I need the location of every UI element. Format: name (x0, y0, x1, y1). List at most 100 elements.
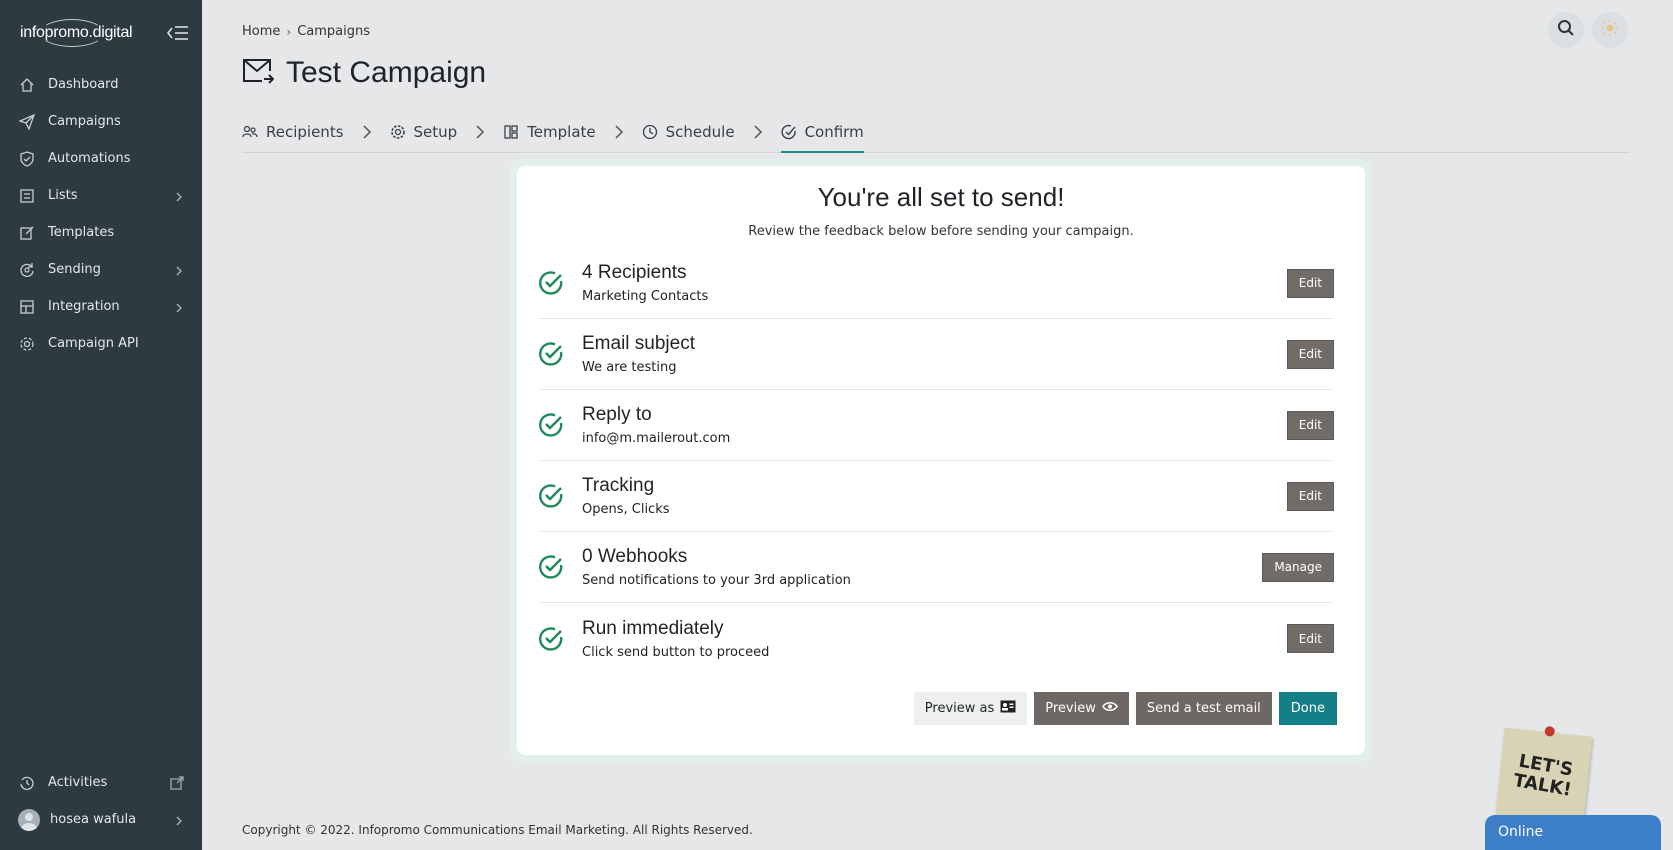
check-circle-icon (538, 483, 564, 509)
edit-reply-to-button[interactable]: Edit (1286, 410, 1334, 440)
sidebar-header: infopromo.digital (20, 18, 190, 48)
step-label: Recipients (266, 123, 344, 141)
chat-status: Online (1498, 824, 1544, 840)
sidebar-item-templates[interactable]: Templates (0, 214, 202, 251)
paper-plane-icon (18, 113, 36, 131)
tab-recipients[interactable]: Recipients (242, 118, 344, 146)
breadcrumb-separator: › (286, 24, 292, 39)
list-item-description: We are testing (582, 360, 677, 375)
list-item: Reply to info@m.mailerout.com Edit (538, 390, 1334, 461)
sidebar-item-lists[interactable]: Lists (0, 177, 202, 214)
sidebar-bottom: Activities hosea wafula (0, 764, 202, 838)
footer-copyright: Copyright © 2022. Infopromo Communicatio… (242, 823, 753, 837)
list-item-description: Opens, Clicks (582, 502, 670, 517)
edit-icon (18, 224, 36, 242)
list-item-title: Email subject (582, 333, 695, 354)
history-icon (18, 774, 36, 792)
manage-webhooks-button[interactable]: Manage (1262, 552, 1334, 582)
sidebar-item-dashboard[interactable]: Dashboard (0, 66, 202, 103)
edit-recipients-button[interactable]: Edit (1286, 268, 1334, 298)
home-icon (18, 76, 36, 94)
chevron-right-icon (174, 265, 184, 275)
sidebar-item-sending[interactable]: Sending (0, 251, 202, 288)
list-item-description: Click send button to proceed (582, 644, 770, 660)
external-link-icon[interactable] (170, 775, 184, 790)
edit-schedule-button[interactable]: Edit (1286, 624, 1334, 653)
confirm-card: You're all set to send! Review the feedb… (517, 166, 1365, 755)
check-circle-icon (538, 270, 564, 296)
chevron-right-icon (751, 118, 765, 146)
list-item-title: 0 Webhooks (582, 546, 688, 567)
checklist: 4 Recipients Marketing Contacts Edit Ema… (538, 248, 1334, 674)
edit-tracking-button[interactable]: Edit (1286, 481, 1334, 511)
sidebar-item-label: Templates (48, 225, 115, 240)
lets-talk-label: LET'S TALK! (1511, 750, 1575, 801)
sidebar-nav: Dashboard Campaigns Automations Lists Te… (0, 66, 202, 362)
top-actions (1548, 12, 1628, 48)
tab-schedule[interactable]: Schedule (642, 118, 735, 146)
list-item-text: Email subject We are testing (582, 333, 1287, 375)
chevron-right-icon (612, 118, 626, 146)
chevron-right-icon (473, 118, 487, 146)
list-item: Email subject We are testing Edit (538, 319, 1334, 390)
list-item-text: 0 Webhooks Send notifications to your 3r… (582, 546, 1262, 588)
breadcrumb-current[interactable]: Campaigns (297, 24, 370, 39)
list-icon (18, 187, 36, 205)
logo[interactable]: infopromo.digital (20, 19, 133, 47)
check-circle-icon (538, 626, 564, 652)
preview-button[interactable]: Preview (1034, 692, 1129, 725)
sun-icon (1601, 19, 1619, 41)
lets-talk-sticker[interactable]: LET'S TALK! (1495, 725, 1593, 825)
gear-icon (390, 124, 406, 140)
step-label: Schedule (665, 123, 735, 141)
gear-icon (18, 335, 36, 353)
list-item: Run immediately Click send button to pro… (538, 603, 1334, 674)
chevron-right-icon (174, 815, 184, 825)
list-item-text: Tracking Opens, Clicks (582, 475, 1287, 517)
send-test-email-button[interactable]: Send a test email (1135, 692, 1272, 725)
confirm-card-frame: You're all set to send! Review the feedb… (510, 159, 1372, 762)
user-menu[interactable]: hosea wafula (0, 801, 202, 838)
list-item-text: Reply to info@m.mailerout.com (582, 404, 1287, 446)
tab-template[interactable]: Template (503, 118, 596, 146)
list-item: 0 Webhooks Send notifications to your 3r… (538, 532, 1334, 603)
sidebar-item-label: Sending (48, 262, 101, 277)
edit-subject-button[interactable]: Edit (1286, 339, 1334, 369)
refresh-icon (18, 261, 36, 279)
sidebar-item-label: Dashboard (48, 77, 119, 92)
list-item-title: 4 Recipients (582, 262, 687, 283)
sidebar-item-campaigns[interactable]: Campaigns (0, 103, 202, 140)
tab-setup[interactable]: Setup (390, 118, 458, 146)
list-item-description: Send notifications to your 3rd applicati… (582, 573, 851, 588)
search-button[interactable] (1548, 12, 1584, 48)
done-button[interactable]: Done (1278, 692, 1337, 725)
sidebar-item-automations[interactable]: Automations (0, 140, 202, 177)
sidebar-item-label: Activities (48, 775, 108, 790)
menu-collapse-icon[interactable] (166, 23, 190, 43)
wizard-steps: Recipients Setup Template Schedule Confi… (242, 118, 1630, 153)
user-name: hosea wafula (50, 812, 137, 827)
chevron-right-icon (174, 302, 184, 312)
clock-icon (642, 124, 658, 140)
tab-confirm[interactable]: Confirm (780, 118, 864, 153)
list-item-title: Tracking (582, 475, 655, 496)
chat-status-bar[interactable]: Online (1485, 815, 1661, 850)
list-item-description: info@m.mailerout.com (582, 431, 731, 446)
sidebar-item-integration[interactable]: Integration (0, 288, 202, 325)
page-header: Test Campaign (242, 56, 486, 90)
step-label: Setup (413, 123, 458, 141)
preview-label: Preview (1045, 701, 1096, 716)
layout-icon (503, 124, 519, 140)
step-label: Template (527, 123, 596, 141)
sidebar-item-campaign-api[interactable]: Campaign API (0, 325, 202, 362)
list-item-title: Reply to (582, 404, 652, 425)
breadcrumb-home-link[interactable]: Home (242, 24, 280, 39)
theme-toggle-button[interactable] (1592, 12, 1628, 48)
avatar (18, 808, 40, 831)
sidebar-item-label: Automations (48, 151, 131, 166)
preview-as-button[interactable]: Preview as (913, 692, 1028, 725)
search-icon (1557, 19, 1575, 41)
sidebar-item-activities[interactable]: Activities (0, 764, 202, 801)
check-circle-icon (780, 124, 797, 140)
sidebar: infopromo.digital Dashboard Campaigns Au… (0, 0, 202, 850)
